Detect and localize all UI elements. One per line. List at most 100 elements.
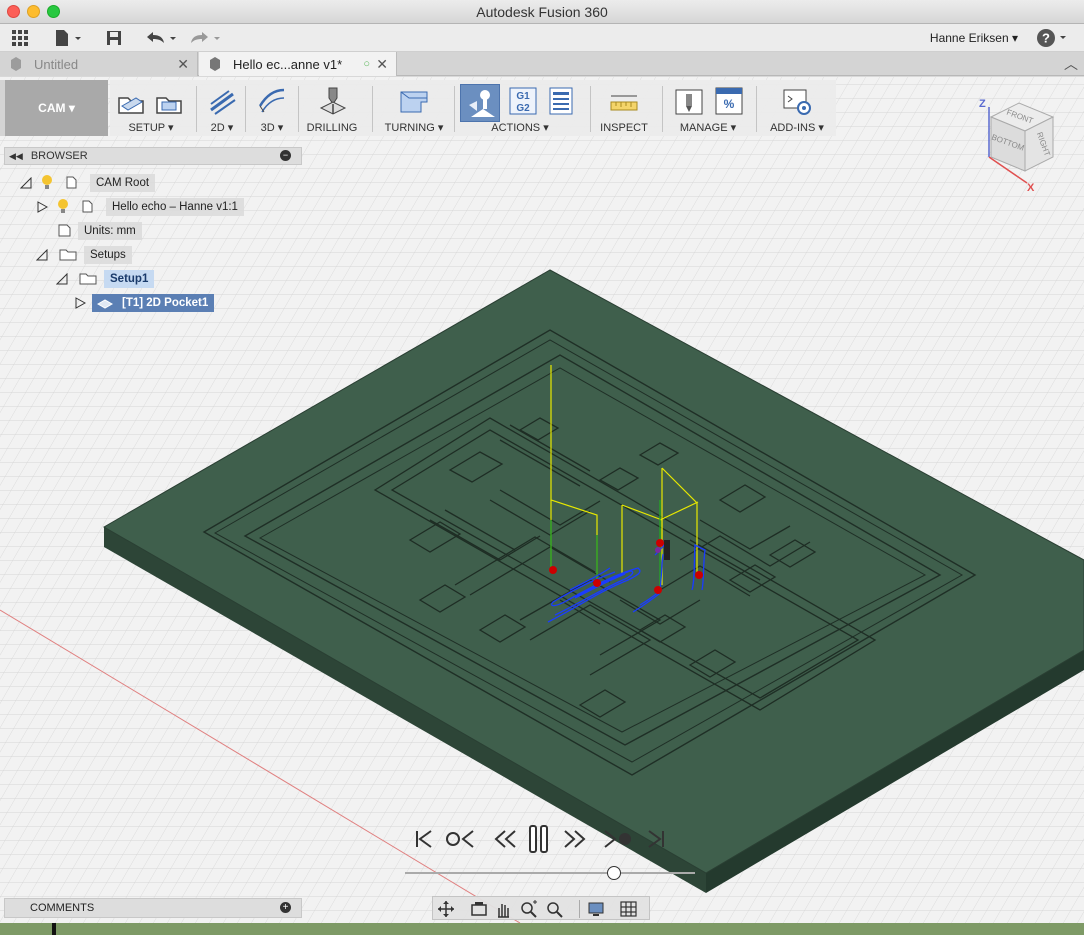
tree-item-units[interactable]: Units: mm <box>56 221 142 241</box>
3d-label[interactable]: 3D ▾ <box>250 121 294 134</box>
setup-folder-icon <box>78 270 100 289</box>
display-settings-icon[interactable] <box>587 899 607 919</box>
unsaved-indicator-icon: ○ <box>363 58 370 70</box>
setup-sheet-icon[interactable] <box>154 86 184 116</box>
drill-icon[interactable] <box>317 86 347 116</box>
zoom-icon[interactable] <box>519 899 539 919</box>
selected-operation[interactable]: [T1] 2D Pocket1 <box>92 294 215 312</box>
2d-pocket-icon[interactable] <box>207 86 237 116</box>
add-ins-label[interactable]: ADD-INS ▾ <box>762 121 832 134</box>
tree-item-cam-root[interactable]: CAM Root <box>20 173 156 193</box>
browser-panel-header[interactable]: ◀◀ BROWSER − <box>4 147 302 165</box>
visibility-bulb-icon[interactable] <box>56 198 76 217</box>
scripts-add-ins-icon[interactable] <box>782 86 812 116</box>
skip-end-icon <box>648 830 664 848</box>
comments-panel-header[interactable]: COMMENTS + <box>4 898 302 918</box>
file-menu-button[interactable] <box>52 27 84 49</box>
turning-group[interactable]: TURNING ▾ <box>380 80 448 136</box>
tree-item-setup1[interactable]: Setup1 <box>56 269 155 289</box>
navigation-bar <box>432 896 650 920</box>
step-back-button[interactable] <box>445 826 477 852</box>
tab-hello-echo[interactable]: Hello ec...anne v1* ○ ✕ <box>199 52 397 76</box>
setup-label[interactable]: SETUP ▾ <box>110 121 192 134</box>
manage-group[interactable]: % MANAGE ▾ <box>668 80 748 136</box>
user-account-menu[interactable]: Hanne Eriksen ▾ <box>930 31 1018 45</box>
inspect-group[interactable]: INSPECT <box>596 80 652 136</box>
simulate-icon <box>469 90 495 117</box>
chevron-up-icon[interactable]: ︿ <box>1064 54 1078 74</box>
new-setup-icon[interactable] <box>116 86 146 116</box>
playback-slider-thumb[interactable] <box>607 866 621 880</box>
browser-options-icon[interactable]: − <box>280 150 291 161</box>
data-panel-button[interactable] <box>10 27 30 49</box>
turning-label[interactable]: TURNING ▾ <box>380 121 448 134</box>
2d-label[interactable]: 2D ▾ <box>202 121 242 134</box>
workspace-switcher[interactable]: CAM ▾ <box>5 80 108 136</box>
tree-label[interactable]: Hello echo – Hanne v1:1 <box>106 198 244 216</box>
go-to-end-button[interactable] <box>645 826 667 852</box>
window-title: Autodesk Fusion 360 <box>476 4 608 20</box>
drilling-label[interactable]: DRILLING <box>302 122 362 134</box>
playback-slider-track[interactable] <box>405 872 695 874</box>
expand-triangle-icon[interactable] <box>74 297 86 309</box>
fast-forward-button[interactable] <box>561 826 587 852</box>
actions-label[interactable]: ACTIONS ▾ <box>460 121 580 134</box>
tree-item-component[interactable]: Hello echo – Hanne v1:1 <box>36 197 244 217</box>
pan-hand-icon[interactable] <box>493 899 513 919</box>
setup-sheet-report-icon[interactable] <box>546 86 576 116</box>
2d-group[interactable]: 2D ▾ <box>202 80 242 136</box>
timeline-marker[interactable] <box>52 923 56 935</box>
setup-group[interactable]: SETUP ▾ <box>110 80 192 136</box>
go-to-start-button[interactable] <box>413 826 435 852</box>
tree-label[interactable]: Units: mm <box>78 222 142 240</box>
tree-label[interactable]: [T1] 2D Pocket1 <box>122 297 208 309</box>
step-forward-button[interactable] <box>601 826 633 852</box>
help-button[interactable]: ? <box>1036 28 1070 51</box>
undo-button[interactable] <box>144 27 178 49</box>
visibility-bulb-icon[interactable] <box>40 174 60 193</box>
3d-adaptive-icon[interactable] <box>257 86 287 116</box>
drilling-group[interactable]: DRILLING <box>302 80 362 136</box>
rewind-button[interactable] <box>493 826 519 852</box>
tree-label[interactable]: Setups <box>84 246 132 264</box>
ribbon-separator <box>454 86 455 132</box>
tree-item-setups[interactable]: Setups <box>36 245 132 265</box>
redo-icon <box>191 32 220 43</box>
add-comment-icon[interactable]: + <box>280 902 291 913</box>
tab-untitled[interactable]: Untitled ✕ <box>0 52 198 76</box>
tree-label[interactable]: CAM Root <box>90 174 156 192</box>
add-ins-group[interactable]: ADD-INS ▾ <box>762 80 832 136</box>
close-tab-icon[interactable]: ✕ <box>177 56 189 73</box>
inspect-label[interactable]: INSPECT <box>596 122 652 134</box>
document-icon <box>11 57 21 71</box>
measure-icon[interactable] <box>609 86 639 116</box>
3d-group[interactable]: 3D ▾ <box>250 80 294 136</box>
comments-title: COMMENTS <box>30 902 95 914</box>
ribbon-separator <box>372 86 373 132</box>
tree-item-2d-pocket1[interactable]: [T1] 2D Pocket1 <box>74 293 215 313</box>
pause-button[interactable] <box>527 825 551 853</box>
timeline-bar[interactable] <box>0 923 1084 935</box>
collapse-browser-icon[interactable]: ◀◀ <box>9 151 23 162</box>
look-at-icon[interactable] <box>469 899 489 919</box>
post-process-icon[interactable]: G1 G2 <box>508 86 538 116</box>
collapse-triangle-icon[interactable] <box>20 177 32 189</box>
redo-button[interactable] <box>188 27 222 49</box>
tool-library-icon[interactable] <box>674 86 704 116</box>
zoom-window-icon[interactable] <box>545 899 565 919</box>
turning-icon[interactable] <box>399 86 429 116</box>
template-library-icon[interactable]: % <box>714 86 744 116</box>
save-button[interactable] <box>104 27 124 49</box>
manage-label[interactable]: MANAGE ▾ <box>668 121 748 134</box>
close-tab-icon[interactable]: ✕ <box>376 56 388 73</box>
viewcube[interactable]: FRONT RIGHT BOTTOM Z X <box>975 95 1065 195</box>
grid-settings-icon[interactable] <box>619 899 639 919</box>
collapse-triangle-icon[interactable] <box>36 249 48 261</box>
tree-label[interactable]: Setup1 <box>104 270 155 288</box>
collapse-triangle-icon[interactable] <box>56 273 68 285</box>
simulate-button[interactable] <box>460 84 500 122</box>
actions-group[interactable]: G1 G2 ACTIONS ▾ <box>460 80 580 136</box>
expand-triangle-icon[interactable] <box>36 201 48 213</box>
rewind-icon <box>494 830 516 848</box>
orbit-icon[interactable] <box>437 899 457 919</box>
